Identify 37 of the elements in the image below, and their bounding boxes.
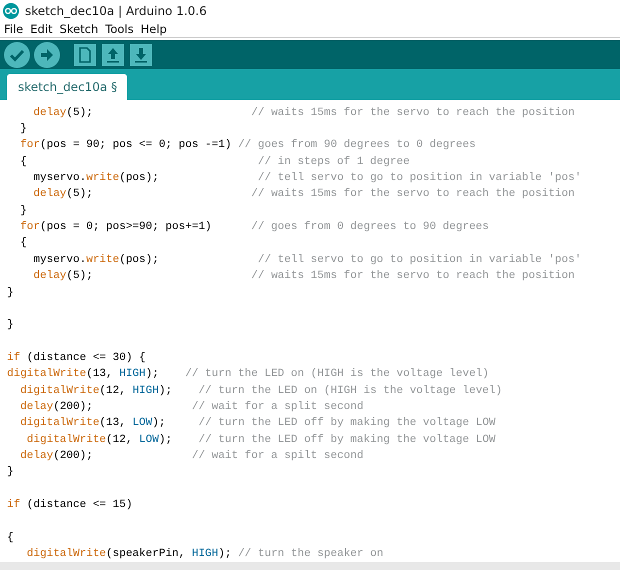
open-button[interactable]	[102, 44, 124, 66]
code-line: }	[7, 318, 14, 334]
save-button[interactable]	[130, 44, 152, 66]
sketch-tab[interactable]: sketch_dec10a §	[7, 74, 128, 100]
code-line: for(pos = 90; pos <= 0; pos -=1) // goes from 90 degrees to 0 degrees	[19, 138, 476, 154]
code-line: delay(5); // waits 15ms for the servo to reach the position	[32, 187, 575, 202]
menu-item[interactable]: File	[4, 22, 24, 36]
code-line: }	[7, 286, 14, 300]
code-line: digitalWrite(13, HIGH); // turn the LED on (HIGH is the voltage level)	[7, 367, 489, 382]
menu-item[interactable]: Tools	[105, 22, 134, 36]
code-line: if (distance <= 30) {	[7, 350, 146, 366]
code-line: {	[19, 236, 27, 252]
menu-item[interactable]: Help	[140, 22, 167, 36]
code-line: myservo.write(pos); // tell servo to go to position in variable 'pos'	[32, 171, 582, 186]
code-line: delay(5); // waits 15ms for the servo to reach the position	[32, 269, 575, 284]
app-logo-icon	[3, 2, 19, 19]
code-line: for(pos = 0; pos>=90; pos+=1) // goes from 0 degrees to 90 degrees	[19, 220, 489, 236]
code-line: myservo.write(pos); // tell servo to go to position in variable 'pos'	[32, 252, 582, 268]
code-line: delay(200); // wait for a split second	[19, 400, 364, 415]
code-line: }	[19, 122, 27, 138]
code-line: delay(5); // waits 15ms for the servo to reach the position	[32, 106, 575, 121]
code-line: }	[19, 204, 27, 219]
upload-button[interactable]	[34, 42, 60, 68]
code-line: if (distance <= 15)	[7, 498, 132, 513]
menu-item[interactable]: Edit	[30, 22, 53, 36]
menu-item[interactable]: Sketch	[60, 22, 98, 36]
code-line: digitalWrite(13, LOW); // turn the LED off by making the voltage LOW	[19, 416, 496, 432]
code-line: delay(200); // wait for a spilt second	[19, 448, 364, 464]
verify-button[interactable]	[4, 42, 30, 68]
code-line: {	[7, 530, 14, 546]
code-line: }	[7, 465, 14, 480]
code-line: { // in steps of 1 degree	[19, 154, 410, 170]
code-line: digitalWrite(speakerPin, HIGH); // turn the speaker on	[26, 547, 384, 562]
new-button[interactable]	[74, 44, 96, 66]
window-title: sketch_dec10a | Arduino 1.0.6	[25, 4, 207, 18]
code-line: digitalWrite(12, HIGH); // turn the LED on (HIGH is the voltage level)	[19, 384, 502, 399]
code-line: digitalWrite(12, LOW); // turn the LED off by making the voltage LOW	[26, 432, 496, 448]
